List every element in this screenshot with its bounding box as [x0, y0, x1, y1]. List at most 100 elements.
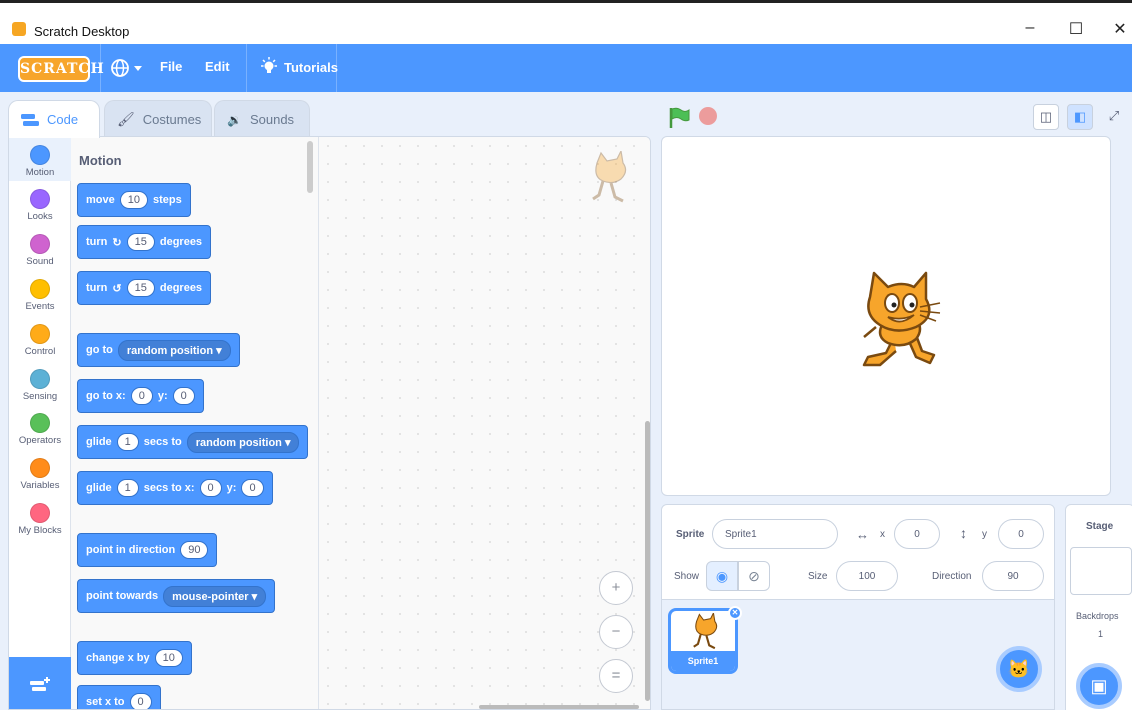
palette-scrollbar[interactable]: [307, 141, 313, 193]
category-variables[interactable]: Variables: [9, 450, 71, 494]
cat-thumbnail-icon: [693, 613, 718, 650]
minimize-button[interactable]: –: [1018, 19, 1042, 37]
zoom-reset-button[interactable]: =: [599, 659, 633, 693]
image-add-icon: ▣: [1090, 676, 1108, 696]
category-dot: [30, 324, 50, 344]
direction-input[interactable]: 90: [982, 561, 1044, 591]
backdrops-label: Backdrops: [1076, 611, 1119, 621]
block-dropdown[interactable]: mouse-pointer ▾: [163, 585, 267, 607]
block-number-input[interactable]: 0: [172, 387, 195, 405]
menu-divider: [336, 44, 337, 92]
scratch-logo[interactable]: SCRATCH: [18, 56, 104, 82]
block-text: secs to x:: [143, 482, 195, 494]
block-dropdown[interactable]: random position ▾: [117, 339, 231, 361]
stop-button[interactable]: [699, 107, 717, 125]
app-icon: [12, 22, 26, 36]
category-dot: [30, 234, 50, 254]
category-control[interactable]: Control: [9, 316, 71, 360]
zoom-out-button[interactable]: −: [599, 615, 633, 649]
block-palette: Motion move 10 steps turn ↻ 15 degrees t…: [71, 137, 319, 709]
category-motion[interactable]: Motion: [9, 137, 71, 181]
block-point-in-direction[interactable]: point in direction 90: [77, 533, 218, 567]
tab-code[interactable]: Code: [8, 100, 100, 138]
block-number-input[interactable]: 0: [130, 387, 153, 405]
category-dot: [30, 189, 50, 209]
cat-sprite-icon[interactable]: [846, 267, 956, 377]
category-label: Looks: [27, 211, 53, 222]
block-turn-right[interactable]: turn ↻ 15 degrees: [77, 225, 212, 259]
maximize-button[interactable]: ☐: [1064, 19, 1088, 39]
category-my-blocks[interactable]: My Blocks: [9, 495, 71, 539]
category-label: Sound: [26, 256, 54, 267]
block-number-input[interactable]: 10: [154, 649, 183, 667]
backdrop-thumbnail[interactable]: [1070, 547, 1132, 595]
workspace-vertical-scrollbar[interactable]: [645, 421, 650, 701]
hide-sprite-button[interactable]: ⊘: [738, 561, 770, 591]
block-glide-to[interactable]: glide 1 secs to random position ▾: [77, 425, 309, 459]
block-change-x[interactable]: change x by 10: [77, 641, 192, 675]
fullscreen-button[interactable]: ⤢: [1101, 104, 1127, 130]
category-events[interactable]: Events: [9, 271, 71, 315]
block-number-input[interactable]: 10: [119, 191, 148, 209]
block-number-input[interactable]: 1: [116, 433, 139, 451]
block-number-input[interactable]: 15: [126, 233, 155, 251]
code-icon: [21, 113, 39, 126]
menu-divider: [100, 44, 101, 92]
file-menu[interactable]: File: [160, 59, 182, 74]
y-arrows-icon: ↕: [960, 525, 967, 541]
zoom-in-button[interactable]: +: [599, 571, 633, 605]
size-input[interactable]: 100: [836, 561, 898, 591]
show-sprite-button[interactable]: ◉: [706, 561, 738, 591]
large-stage-button[interactable]: ◧: [1067, 104, 1093, 130]
edit-menu[interactable]: Edit: [205, 59, 230, 74]
block-move-steps[interactable]: move 10 steps: [77, 183, 191, 217]
block-number-input[interactable]: 0: [129, 693, 152, 709]
globe-icon[interactable]: [110, 56, 146, 85]
category-operators[interactable]: Operators: [9, 405, 71, 449]
block-text: secs to: [143, 436, 182, 448]
block-number-input[interactable]: 90: [180, 541, 209, 559]
block-set-x[interactable]: set x to 0: [77, 685, 161, 709]
category-looks[interactable]: Looks: [9, 181, 71, 225]
block-number-input[interactable]: 0: [241, 479, 264, 497]
small-stage-button[interactable]: ◫: [1033, 104, 1059, 130]
window-titlebar: Scratch Desktop – ☐ ✕: [0, 0, 1132, 44]
fullscreen-icon: ⤢: [1108, 108, 1120, 123]
category-sensing[interactable]: Sensing: [9, 361, 71, 405]
block-go-to-xy[interactable]: go to x: 0 y: 0: [77, 379, 204, 413]
block-glide-to-xy[interactable]: glide 1 secs to x: 0 y: 0: [77, 471, 273, 505]
tab-costumes[interactable]: 🖌 Costumes: [104, 100, 212, 138]
workspace-horizontal-scrollbar[interactable]: [479, 705, 639, 709]
sprite-name-input[interactable]: Sprite1: [712, 519, 838, 549]
add-extension-button[interactable]: [9, 657, 71, 709]
block-number-input[interactable]: 1: [116, 479, 139, 497]
block-number-input[interactable]: 0: [199, 479, 222, 497]
block-text: degrees: [159, 236, 203, 248]
block-text: glide: [86, 436, 112, 448]
cat-add-icon: 🐱: [1007, 659, 1031, 679]
tutorials-button[interactable]: Tutorials: [260, 57, 338, 77]
stage-canvas[interactable]: [661, 136, 1111, 496]
block-go-to[interactable]: go to random position ▾: [77, 333, 240, 367]
category-sound[interactable]: Sound: [9, 226, 71, 270]
tab-sounds-label: Sounds: [249, 112, 295, 127]
delete-sprite-button[interactable]: ✕: [728, 606, 742, 620]
block-number-input[interactable]: 15: [126, 279, 155, 297]
block-point-towards[interactable]: point towards mouse-pointer ▾: [77, 579, 276, 613]
x-position-input[interactable]: 0: [894, 519, 940, 549]
block-turn-left[interactable]: turn ↺ 15 degrees: [77, 271, 212, 305]
block-text: glide: [86, 482, 112, 494]
green-flag-icon[interactable]: [667, 106, 691, 130]
y-position-input[interactable]: 0: [998, 519, 1044, 549]
stage-selector[interactable]: Stage Backdrops 1 ▣: [1065, 504, 1132, 710]
sprite-thumbnail[interactable]: Sprite1: [668, 608, 738, 674]
block-text: point towards: [86, 590, 159, 602]
add-backdrop-button[interactable]: ▣: [1076, 663, 1122, 709]
block-text: turn: [86, 236, 108, 248]
add-sprite-button[interactable]: 🐱: [996, 646, 1042, 692]
y-label: y: [982, 529, 987, 540]
block-dropdown[interactable]: random position ▾: [186, 431, 300, 453]
tab-sounds[interactable]: 🔉 Sounds: [214, 100, 310, 138]
close-button[interactable]: ✕: [1108, 19, 1132, 39]
script-workspace[interactable]: + − =: [319, 137, 650, 709]
